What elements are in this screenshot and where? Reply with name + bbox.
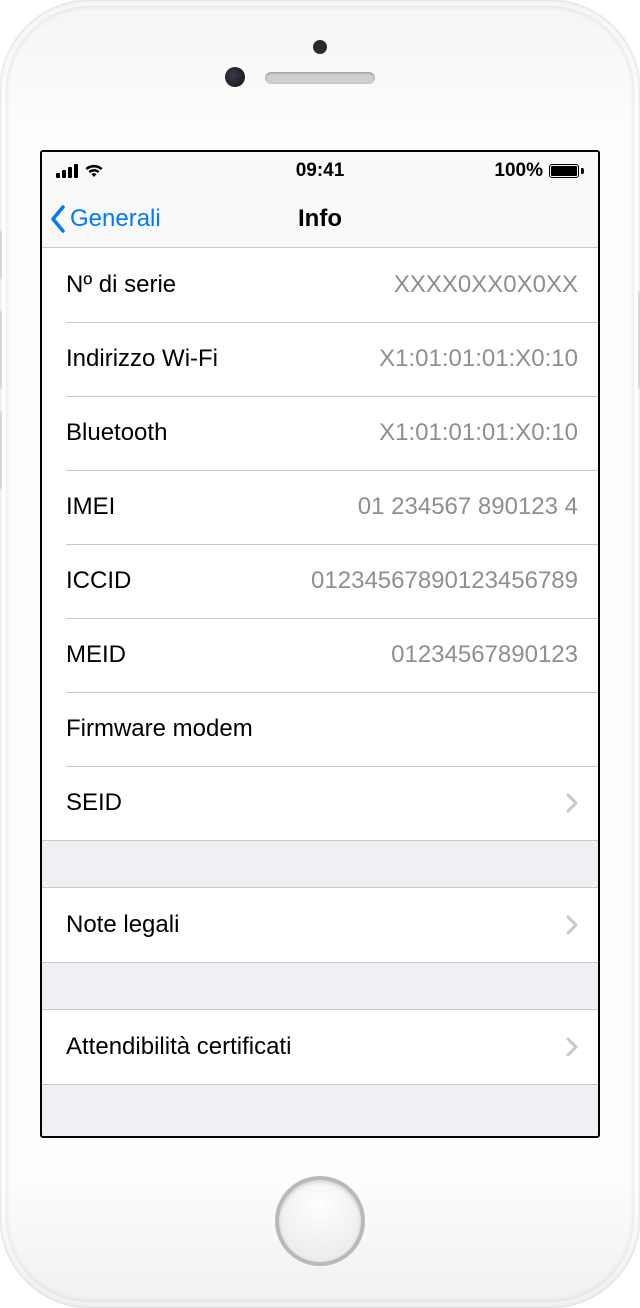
row-label: IMEI bbox=[66, 493, 115, 521]
home-button[interactable] bbox=[275, 1176, 365, 1266]
status-bar: 09:41 100% bbox=[42, 152, 598, 190]
status-time: 09:41 bbox=[232, 160, 408, 182]
row-value: X1:01:01:01:X0:10 bbox=[379, 345, 578, 373]
row-label: Nº di serie bbox=[66, 271, 176, 299]
iphone-frame: 09:41 100% Generali Info Nº di se bbox=[0, 0, 640, 1308]
row-serial[interactable]: Nº di serie XXXX0XX0X0XX bbox=[42, 248, 598, 322]
row-meid[interactable]: MEID 01234567890123 bbox=[42, 618, 598, 692]
row-iccid[interactable]: ICCID 01234567890123456789 bbox=[42, 544, 598, 618]
screen: 09:41 100% Generali Info Nº di se bbox=[40, 150, 600, 1138]
row-label: Note legali bbox=[66, 911, 179, 939]
row-seid[interactable]: SEID bbox=[42, 766, 598, 840]
row-legal-notes[interactable]: Note legali bbox=[42, 888, 598, 962]
back-label: Generali bbox=[70, 205, 161, 233]
row-label: Firmware modem bbox=[66, 715, 253, 743]
row-label: Indirizzo Wi-Fi bbox=[66, 345, 218, 373]
battery-icon bbox=[549, 164, 584, 178]
row-label: MEID bbox=[66, 641, 126, 669]
proximity-sensor bbox=[313, 40, 327, 54]
row-imei[interactable]: IMEI 01 234567 890123 4 bbox=[42, 470, 598, 544]
row-label: Attendibilità certificati bbox=[66, 1033, 291, 1061]
nav-bar: Generali Info bbox=[42, 190, 598, 248]
row-value: 01234567890123 bbox=[391, 641, 578, 669]
row-wifi-address[interactable]: Indirizzo Wi-Fi X1:01:01:01:X0:10 bbox=[42, 322, 598, 396]
mute-switch bbox=[0, 230, 2, 280]
chevron-right-icon bbox=[566, 793, 578, 813]
back-button[interactable]: Generali bbox=[50, 205, 161, 233]
row-label: SEID bbox=[66, 789, 122, 817]
settings-list[interactable]: Nº di serie XXXX0XX0X0XX Indirizzo Wi-Fi… bbox=[42, 248, 598, 1136]
row-value: 01234567890123456789 bbox=[311, 567, 578, 595]
wifi-icon bbox=[84, 164, 104, 178]
row-bluetooth[interactable]: Bluetooth X1:01:01:01:X0:10 bbox=[42, 396, 598, 470]
chevron-left-icon bbox=[50, 205, 66, 233]
chevron-right-icon bbox=[566, 915, 578, 935]
earpiece-speaker bbox=[265, 72, 375, 84]
row-value: XXXX0XX0X0XX bbox=[394, 271, 578, 299]
volume-down-button bbox=[0, 410, 2, 490]
row-label: Bluetooth bbox=[66, 419, 167, 447]
row-value: 01 234567 890123 4 bbox=[358, 493, 578, 521]
cellular-signal-icon bbox=[56, 164, 78, 178]
row-certificate-trust[interactable]: Attendibilità certificati bbox=[42, 1010, 598, 1084]
front-camera bbox=[225, 67, 245, 87]
chevron-right-icon bbox=[566, 1037, 578, 1057]
row-label: ICCID bbox=[66, 567, 131, 595]
volume-up-button bbox=[0, 310, 2, 390]
battery-percentage: 100% bbox=[494, 160, 543, 182]
row-value: X1:01:01:01:X0:10 bbox=[379, 419, 578, 447]
row-modem-firmware[interactable]: Firmware modem bbox=[42, 692, 598, 766]
nav-title: Info bbox=[298, 205, 342, 233]
